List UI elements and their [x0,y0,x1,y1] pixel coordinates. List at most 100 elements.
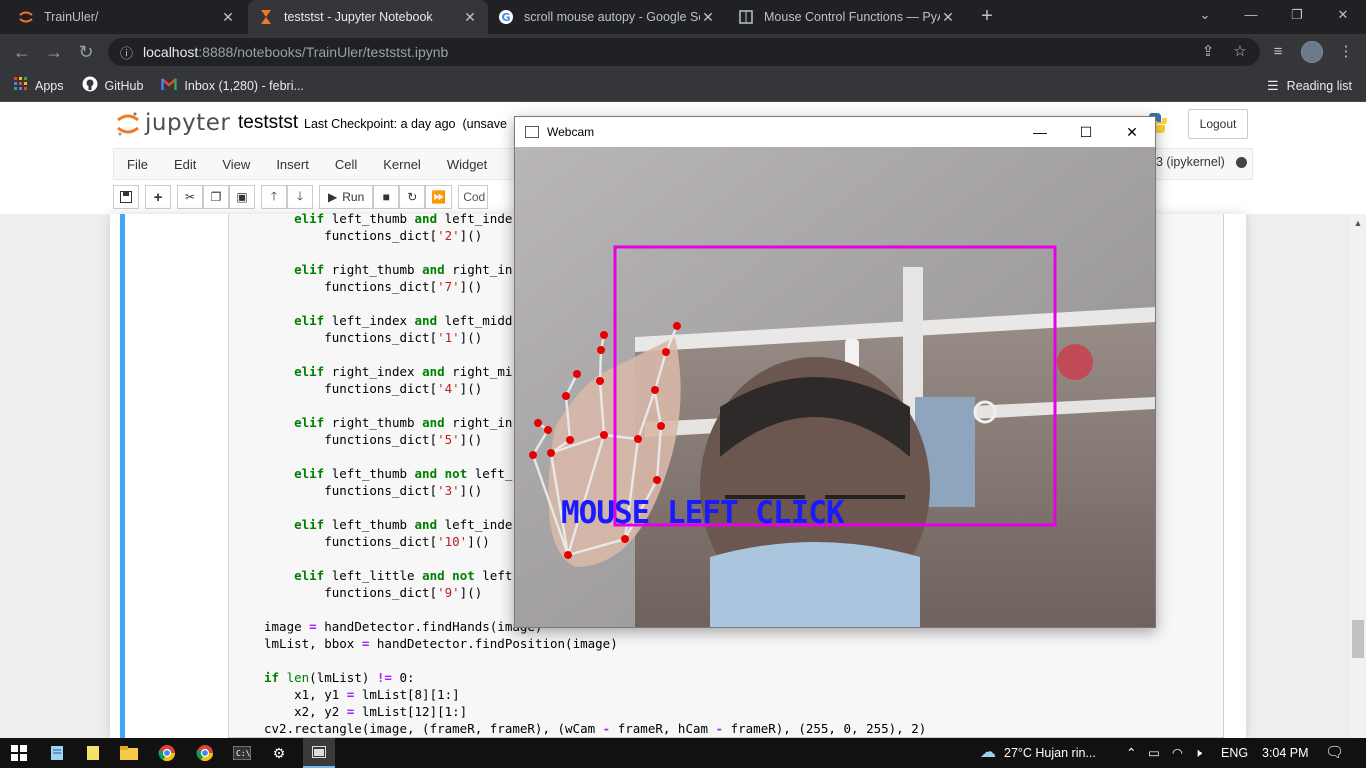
site-info-icon[interactable]: ⓘ [120,43,133,62]
bookmark-star-icon[interactable]: ☆ [1230,42,1250,62]
bookmark-gmail[interactable]: Inbox (1,280) - febri... [161,78,304,93]
battery-icon[interactable]: ▭ [1148,738,1160,768]
close-tab-icon[interactable]: ✕ [940,9,956,26]
menu-kernel[interactable]: Kernel [370,157,434,172]
chrome-profile-icon[interactable] [194,742,216,764]
page-scrollbar[interactable]: ▲ [1350,214,1366,738]
close-tab-icon[interactable]: ✕ [700,9,716,26]
close-tab-icon[interactable]: ✕ [220,9,236,26]
share-icon[interactable]: ⇪ [1198,42,1218,62]
scrollbar-thumb[interactable] [1352,620,1364,658]
selected-cell-indicator [120,214,125,738]
reading-list-button[interactable]: ☰ Reading list [1267,70,1352,102]
code-line: if len(lmList) != 0: [264,670,415,685]
wifi-icon[interactable]: ◠ [1172,738,1183,768]
weather-widget[interactable]: ☁ 27°C Hujan rin... [980,738,1096,768]
media-control-icon[interactable]: ≡ [1268,42,1288,62]
restart-icon[interactable]: ↻ [399,185,426,209]
webcam-image: MOUSE LEFT CLICK [515,147,1155,627]
webcam-maximize-icon[interactable]: ☐ [1063,117,1109,147]
tab-pyautogui-docs[interactable]: Mouse Control Functions — PyAu ✕ [728,0,966,34]
cut-icon[interactable]: ✂ [177,185,203,209]
reading-list-icon: ☰ [1267,78,1279,93]
tab-trainuler[interactable]: TrainUler/ ✕ [8,0,246,34]
settings-gear-icon[interactable]: ⚙ [268,742,290,764]
menu-file[interactable]: File [114,157,161,172]
kernel-status-indicator [1236,157,1247,168]
code-line: x1, y1 = lmList[8][1:] [264,687,460,702]
webcam-window[interactable]: Webcam — ☐ ✕ MOUSE LEFT CLICK [514,116,1156,628]
checkpoint-text: Last Checkpoint: a day ago [304,117,456,131]
notebook-name[interactable]: teststst [238,112,298,134]
stop-icon[interactable]: ■ [373,185,400,209]
restore-icon[interactable]: ❐ [1274,0,1320,30]
notepad-icon[interactable] [46,742,68,764]
run-button[interactable]: ▶ Run [319,185,374,209]
insert-cell-icon[interactable]: + [145,185,171,209]
file-explorer-icon[interactable] [118,742,140,764]
volume-muted-icon[interactable]: 🕨 [1194,738,1202,768]
windows-start-icon[interactable] [8,742,30,764]
logout-button[interactable]: Logout [1188,109,1248,139]
url-host: localhost [143,44,199,60]
webcam-minimize-icon[interactable]: — [1017,117,1063,147]
close-tab-icon[interactable]: ✕ [462,9,478,26]
minimize-icon[interactable]: — [1228,0,1274,30]
fast-forward-icon[interactable]: ⏩ [425,185,453,209]
close-window-icon[interactable]: ✕ [1320,0,1366,30]
bookmarks-bar: Apps GitHub Inbox (1,280) - febri... ☰ R… [0,70,1366,102]
kernel-name[interactable]: 3 (ipykernel) [1156,155,1225,169]
tab-title: scroll mouse autopy - Google Se [524,10,700,24]
profile-avatar[interactable] [1301,41,1323,63]
bookmark-label: GitHub [104,78,144,93]
gesture-label: MOUSE LEFT CLICK [561,495,845,531]
jupyter-logo[interactable]: jupyter [117,110,230,136]
scroll-up-arrow-icon[interactable]: ▲ [1350,218,1366,228]
cell-type-select[interactable]: Cod [458,185,489,209]
menu-insert[interactable]: Insert [263,157,322,172]
cloud-icon: ☁ [980,744,996,761]
run-label: Run [342,190,365,204]
menu-view[interactable]: View [209,157,263,172]
back-icon[interactable]: ← [10,40,34,64]
jupyter-logo-text: jupyter [145,110,231,136]
copy-icon[interactable]: ❐ [203,185,229,209]
bookmark-github[interactable]: GitHub [82,76,144,95]
move-down-icon[interactable]: 🡓 [287,185,313,209]
clock[interactable]: 3:04 PM [1262,738,1309,768]
notebook-toolbar: + ✂ ❐ ▣ 🡑 🡓 ▶ Run ■ ↻ ⏩ Cod [113,183,489,211]
language-indicator[interactable]: ENG [1221,738,1248,768]
chrome-icon[interactable] [156,742,178,764]
url-path: :8888/notebooks/TrainUler/teststst.ipynb [198,44,449,60]
browser-toolbar: ← → ↻ ⓘ localhost:8888/notebooks/TrainUl… [0,34,1366,70]
reload-icon[interactable]: ↻ [74,40,98,64]
paste-icon[interactable]: ▣ [229,185,255,209]
tab-title: teststst - Jupyter Notebook [284,10,433,24]
webcam-taskbar-icon[interactable] [303,738,335,768]
tab-search-icon[interactable]: ⌄ [1182,0,1228,30]
tab-title: Mouse Control Functions — PyAu [764,10,940,24]
tab-teststst[interactable]: teststst - Jupyter Notebook ✕ [248,0,488,34]
svg-text:G: G [501,11,510,24]
checkpoint-status: Last Checkpoint: a day ago (unsave [304,117,507,131]
move-up-icon[interactable]: 🡑 [261,185,287,209]
doc-icon [738,9,754,25]
new-tab-button[interactable]: + [976,5,998,27]
tab-google-search[interactable]: G scroll mouse autopy - Google Se ✕ [488,0,726,34]
bookmark-apps[interactable]: Apps [14,77,64,94]
sticky-notes-icon[interactable] [82,742,104,764]
address-bar[interactable]: ⓘ localhost:8888/notebooks/TrainUler/tes… [108,38,1260,66]
unsaved-text: (unsave [462,117,507,131]
terminal-icon[interactable]: C:\ [231,742,253,764]
forward-icon[interactable]: → [42,40,66,64]
menu-kebab-icon[interactable]: ⋮ [1336,42,1356,62]
menu-edit[interactable]: Edit [161,157,209,172]
menu-widgets[interactable]: Widget [434,157,500,172]
show-hidden-icons-icon[interactable]: ⌃ [1126,738,1136,768]
menu-cell[interactable]: Cell [322,157,370,172]
notification-center-icon[interactable]: 🗨 [1325,738,1344,768]
save-icon[interactable] [113,185,139,209]
webcam-close-icon[interactable]: ✕ [1109,117,1155,147]
code-line: cv2.rectangle(image, (frameR, frameR), (… [264,721,927,736]
